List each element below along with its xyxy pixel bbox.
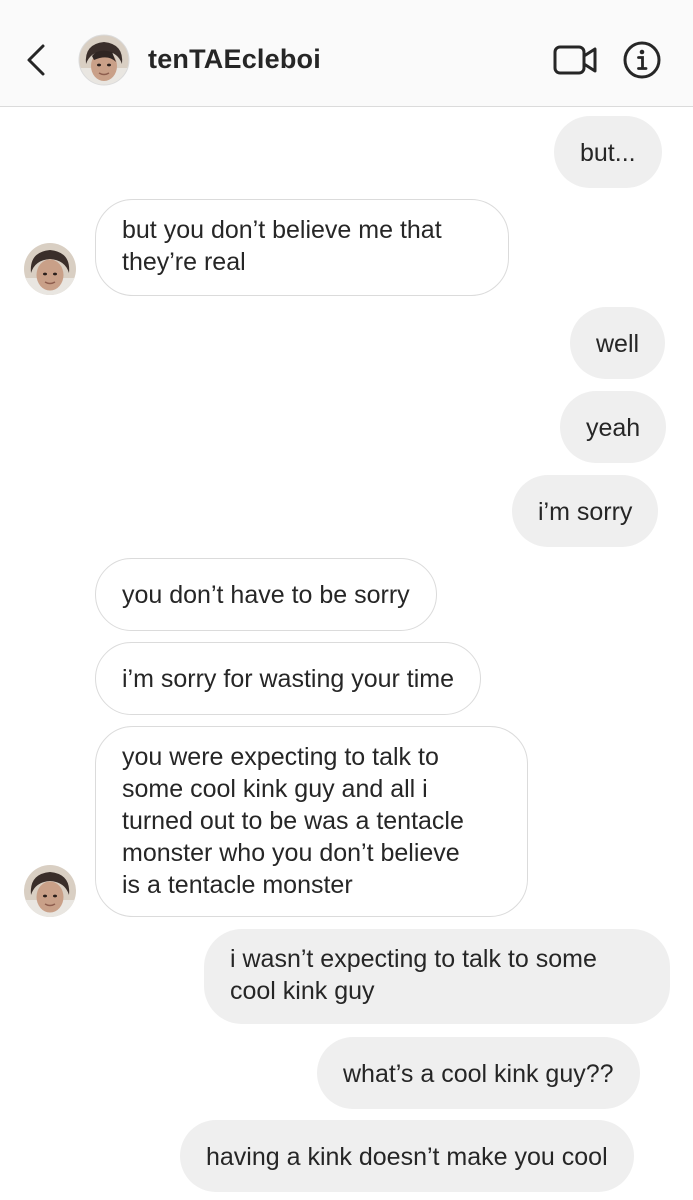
outgoing-message[interactable]: i wasn’t expecting to talk to some cool … [204, 929, 670, 1024]
info-button[interactable] [622, 40, 662, 80]
outgoing-message[interactable]: well [570, 307, 666, 379]
incoming-message[interactable]: i’m sorry for wasting your time [95, 642, 482, 715]
avatar[interactable] [23, 864, 77, 918]
video-call-button[interactable] [552, 42, 598, 78]
outgoing-message[interactable]: having a kink doesn’t make you cool [180, 1120, 634, 1192]
avatar[interactable] [78, 34, 130, 86]
outgoing-message[interactable]: but... [554, 116, 662, 188]
chevron-left-icon [27, 44, 45, 76]
avatar[interactable] [23, 242, 77, 296]
info-icon [623, 41, 661, 79]
incoming-message[interactable]: you were expecting to talk to some cool … [95, 726, 528, 917]
incoming-message[interactable]: but you don’t believe me that they’re re… [95, 199, 509, 296]
video-camera-icon [553, 45, 597, 75]
chat-header: tenTAEcleboi [0, 0, 693, 107]
incoming-message[interactable]: you don’t have to be sorry [95, 558, 437, 631]
outgoing-message[interactable]: i’m sorry [512, 475, 659, 547]
outgoing-message[interactable]: yeah [560, 391, 667, 463]
chat-username[interactable]: tenTAEcleboi [148, 44, 321, 75]
back-button[interactable] [22, 40, 52, 80]
outgoing-message[interactable]: what’s a cool kink guy?? [317, 1037, 640, 1109]
